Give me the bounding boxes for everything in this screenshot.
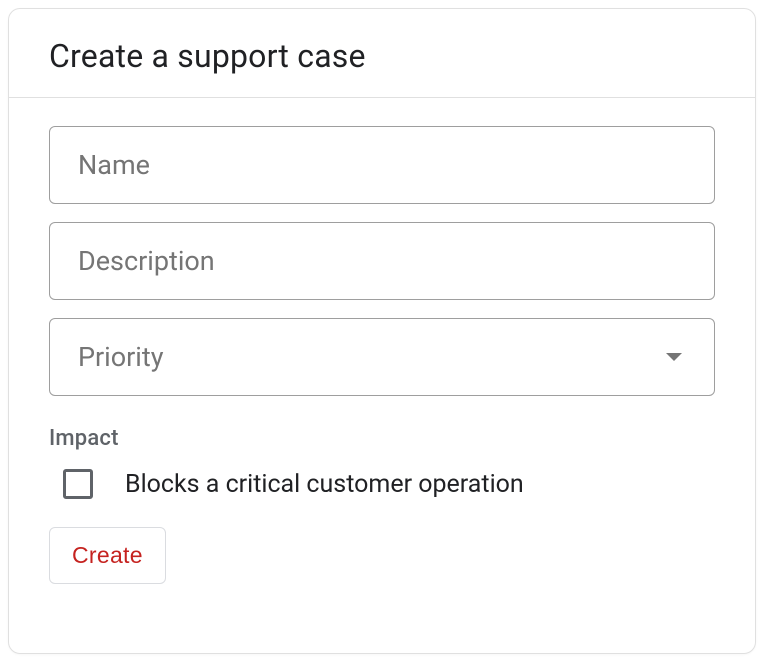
create-button[interactable]: Create <box>49 527 166 584</box>
support-case-card: Create a support case Name Description P… <box>8 8 756 654</box>
page-title: Create a support case <box>49 37 715 75</box>
impact-checkbox[interactable] <box>63 469 93 499</box>
priority-select[interactable]: Priority <box>49 318 715 396</box>
name-placeholder: Name <box>78 149 150 181</box>
impact-checkbox-label: Blocks a critical customer operation <box>125 470 524 499</box>
impact-section-label: Impact <box>49 426 715 451</box>
name-input[interactable]: Name <box>49 126 715 204</box>
priority-placeholder: Priority <box>78 341 163 373</box>
impact-checkbox-row: Blocks a critical customer operation <box>49 469 715 499</box>
chevron-down-icon <box>666 353 682 361</box>
card-header: Create a support case <box>9 9 755 97</box>
card-body: Name Description Priority Impact Blocks … <box>9 98 755 604</box>
description-placeholder: Description <box>78 245 215 277</box>
description-input[interactable]: Description <box>49 222 715 300</box>
